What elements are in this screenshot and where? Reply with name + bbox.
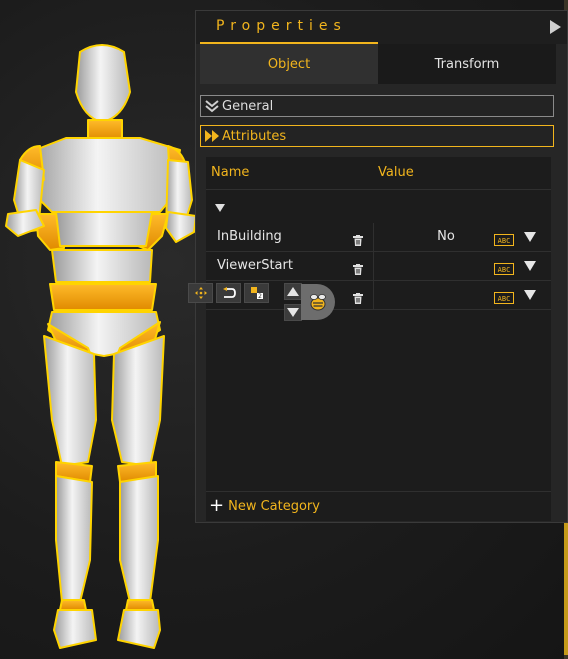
abc-type-icon[interactable]: ABC [494, 260, 514, 279]
section-attributes[interactable]: Attributes [200, 125, 554, 147]
svg-text:ABC: ABC [498, 295, 511, 303]
mannequin-figure[interactable] [0, 0, 200, 659]
section-attributes-label: Attributes [222, 128, 287, 144]
panel-header: Properties [196, 11, 567, 44]
column-header-name: Name [211, 165, 250, 180]
attribute-name: ViewerStart [217, 258, 293, 273]
abc-type-icon[interactable]: ABC [494, 289, 514, 308]
tab-transform[interactable]: Transform [378, 44, 556, 84]
tab-object[interactable]: Object [200, 44, 378, 84]
trash-icon[interactable] [353, 289, 363, 308]
row-toolbar: 2 [188, 283, 272, 303]
panel-tabs: Object Transform [200, 44, 556, 84]
svg-text:ABC: ABC [498, 237, 511, 245]
triangle-down-icon [287, 308, 299, 317]
attribute-name: InBuilding [217, 229, 282, 244]
svg-text:2: 2 [258, 293, 262, 300]
triangle-down-icon[interactable] [524, 232, 536, 242]
double-chevron-down-icon [204, 99, 222, 113]
column-header-value: Value [378, 165, 414, 180]
name-cell[interactable]: ViewerStart [206, 252, 374, 280]
triangle-up-icon [287, 287, 299, 296]
triangle-down-icon[interactable] [524, 261, 536, 271]
table-row[interactable]: InBuilding No ABC [206, 223, 551, 252]
table-footer-divider [206, 491, 551, 492]
trash-icon[interactable] [353, 231, 363, 250]
plus-icon: + [209, 495, 225, 516]
attributes-table: Name Value InBuilding No ABC ViewerStart… [206, 157, 551, 521]
table-header: Name Value [206, 157, 551, 190]
new-category-button[interactable]: + New Category [209, 497, 320, 515]
name-cell[interactable]: InBuilding [206, 223, 374, 251]
expand-category-icon[interactable] [215, 204, 225, 212]
panel-title: Properties [216, 18, 347, 34]
abc-type-icon[interactable]: ABC [494, 231, 514, 250]
undo-arrow-icon[interactable] [216, 283, 241, 303]
move-down-button[interactable] [284, 304, 302, 321]
section-general-label: General [222, 98, 274, 114]
move-up-button[interactable] [284, 283, 302, 300]
3d-viewport[interactable]: Properties Object Transform General Attr… [0, 0, 568, 659]
collapse-panel-icon[interactable] [550, 20, 561, 34]
properties-panel: Properties Object Transform General Attr… [195, 10, 568, 523]
move-arrows-icon[interactable] [188, 283, 213, 303]
trash-icon[interactable] [353, 260, 363, 279]
bee-icon [310, 294, 326, 311]
svg-text:ABC: ABC [498, 266, 511, 274]
sort-icon[interactable]: 2 [244, 283, 269, 303]
double-chevron-right-icon [204, 129, 222, 143]
triangle-down-icon[interactable] [524, 290, 536, 300]
attribute-value[interactable]: No [416, 229, 476, 244]
section-general[interactable]: General [200, 95, 554, 117]
new-category-label: New Category [228, 498, 320, 514]
table-row[interactable]: ViewerStart ABC [206, 252, 551, 281]
